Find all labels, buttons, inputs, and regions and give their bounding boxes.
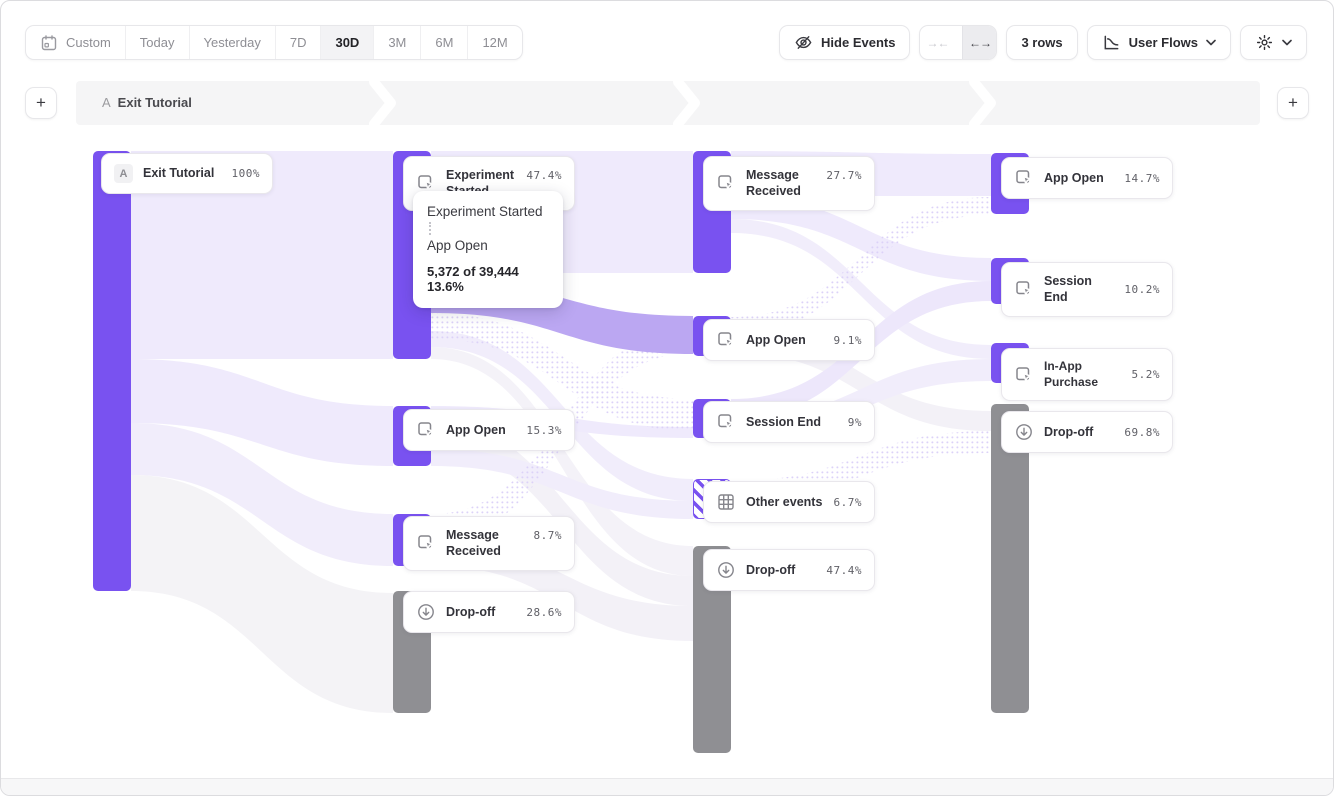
flow-node-app-open-3[interactable]: App Open 9.1% [703, 319, 875, 361]
tooltip-source-event: Experiment Started [427, 204, 549, 219]
link-tooltip: Experiment Started App Open 5,372 of 39,… [413, 191, 563, 308]
drop-off-icon [716, 560, 736, 580]
flow-node-other-events[interactable]: Other events 6.7% [703, 481, 875, 523]
flow-node-in-app-purchase[interactable]: In-App Purchase 5.2% [1001, 348, 1173, 401]
event-click-icon [416, 420, 436, 440]
flow-node-app-open-2[interactable]: App Open 15.3% [403, 409, 575, 451]
event-click-icon [1014, 279, 1034, 299]
flow-node-message-received-3[interactable]: Message Received 27.7% [703, 156, 875, 211]
step-a-badge: A [114, 164, 133, 183]
tooltip-target-event: App Open [427, 238, 549, 253]
flow-node-drop-off-2[interactable]: Drop-off 28.6% [403, 591, 575, 633]
event-click-icon [716, 173, 736, 193]
flow-node-drop-off-4[interactable]: Drop-off 69.8% [1001, 411, 1173, 453]
drop-off-icon [1014, 422, 1034, 442]
event-click-icon [1014, 168, 1034, 188]
flow-node-drop-off-3[interactable]: Drop-off 47.4% [703, 549, 875, 591]
node-bar-exit-tutorial[interactable] [93, 151, 131, 591]
flow-node-exit-tutorial[interactable]: A Exit Tutorial 100% [101, 153, 273, 194]
event-click-icon [1014, 365, 1034, 385]
drop-off-icon [416, 602, 436, 622]
flow-node-app-open-4[interactable]: App Open 14.7% [1001, 157, 1173, 199]
grid-icon [716, 492, 736, 512]
tooltip-connector-dotted-line [429, 222, 549, 235]
flow-node-session-end-3[interactable]: Session End 9% [703, 401, 875, 443]
event-click-icon [716, 412, 736, 432]
flow-node-message-received-2[interactable]: Message Received 8.7% [403, 516, 575, 571]
event-click-icon [416, 533, 436, 553]
user-flows-app-window: Custom Today Yesterday 7D 30D 3M 6M 12M … [0, 0, 1334, 796]
tooltip-conversion-stat: 5,372 of 39,444 13.6% [427, 264, 549, 294]
event-click-icon [716, 330, 736, 350]
flow-node-session-end-4[interactable]: Session End 10.2% [1001, 262, 1173, 317]
